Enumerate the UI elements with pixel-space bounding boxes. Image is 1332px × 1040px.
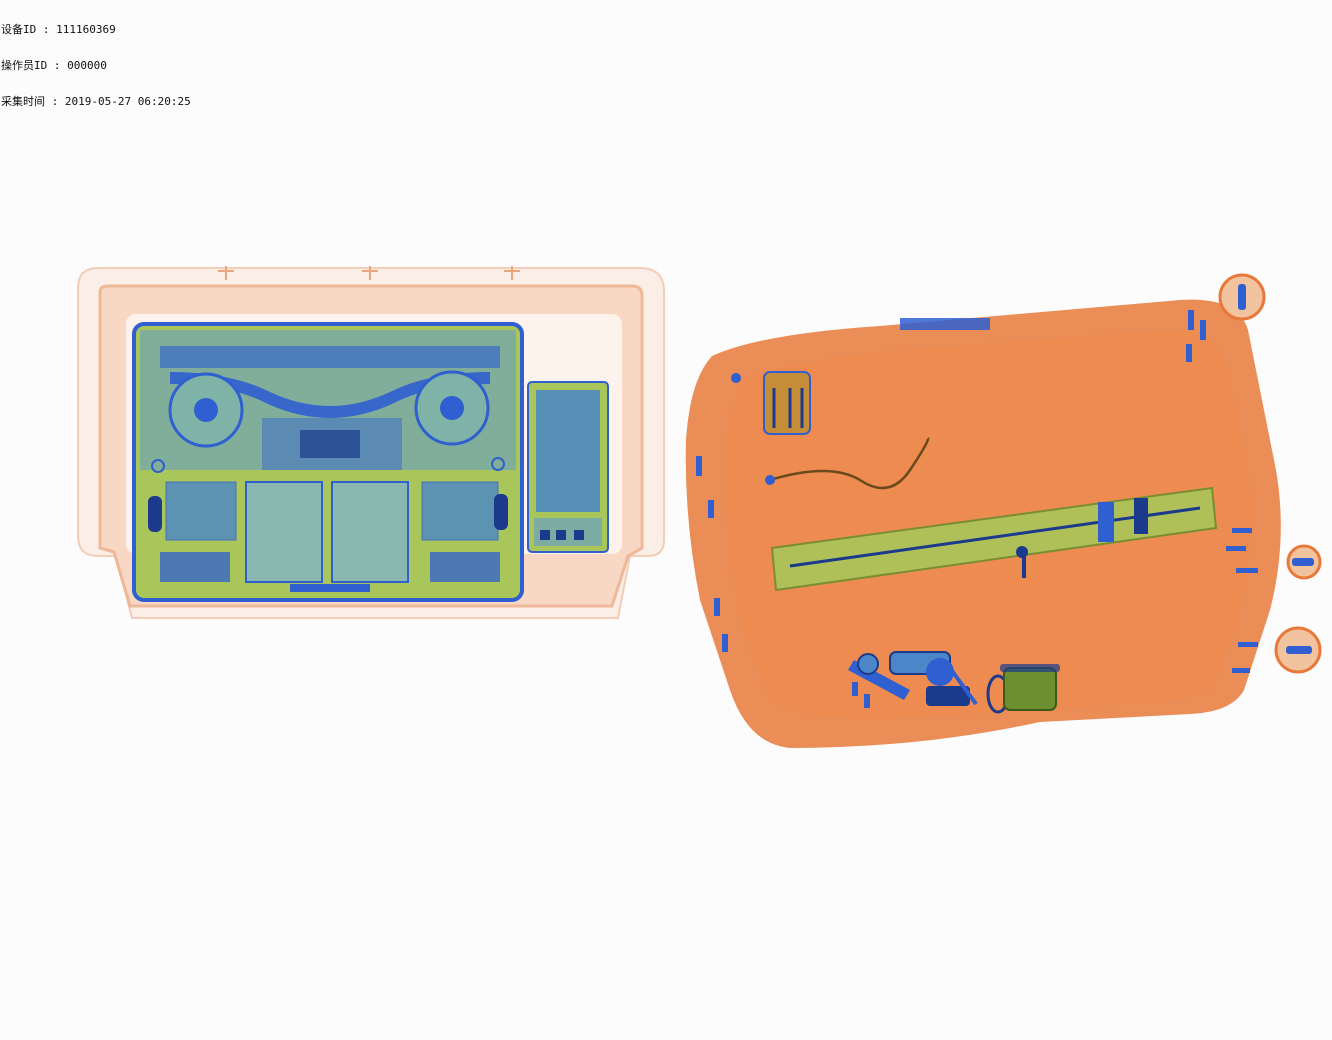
backpack — [685, 273, 1322, 748]
tray-with-laptop — [77, 266, 665, 619]
power-bank — [527, 381, 609, 553]
jar — [1000, 664, 1060, 711]
xray-scan-image — [77, 266, 1322, 748]
laptop — [132, 322, 524, 602]
